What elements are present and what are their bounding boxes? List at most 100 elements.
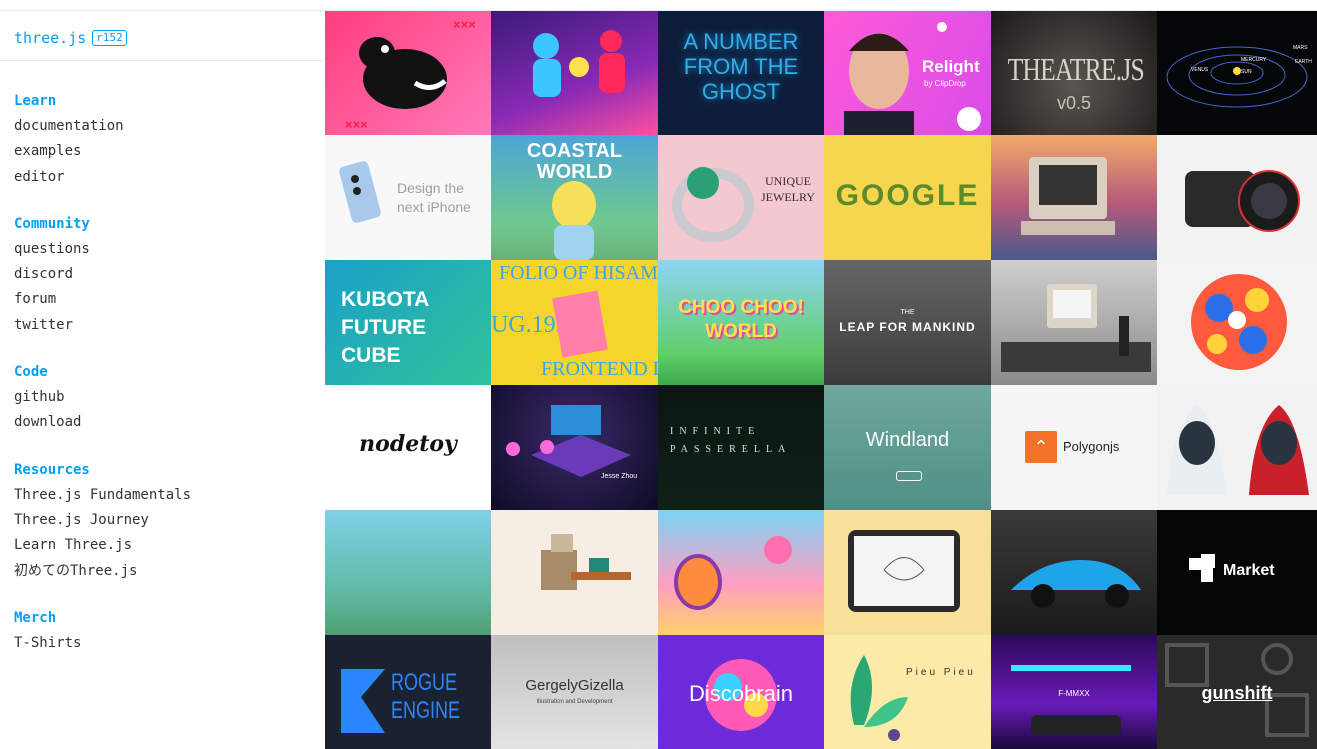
version-badge: r152 (92, 30, 127, 46)
project-tile[interactable]: VENUS MERCURY SUN MARS EARTH (1157, 11, 1317, 135)
project-tile[interactable]: ROGUE ENGINE (325, 635, 491, 749)
tile-caption: Jesse Zhou (601, 473, 638, 480)
nav-link[interactable]: discord (14, 262, 191, 287)
project-tile[interactable]: A NUMBER FROM THE GHOST (658, 11, 824, 135)
project-tile[interactable]: nodetoy (325, 385, 491, 510)
project-tile[interactable] (1157, 260, 1317, 385)
nav-link[interactable]: twitter (14, 313, 191, 338)
nav-link[interactable]: download (14, 410, 191, 435)
balloon-illustration (674, 536, 792, 610)
sidebar: three.js r152 Learn documentation examples… (0, 11, 324, 749)
nav-link[interactable]: examples (14, 139, 191, 164)
tile-title: KUBOTA FUTURE CUBE (341, 288, 429, 367)
characters-illustration (1167, 405, 1309, 495)
project-tile[interactable]: INFINITE PASSERELLA (658, 385, 824, 510)
divider (0, 60, 324, 61)
project-tile[interactable] (491, 11, 658, 135)
project-tile[interactable]: Jesse Zhou (491, 385, 658, 510)
project-tile[interactable]: KUBOTA FUTURE CUBE (325, 260, 491, 385)
svg-text:×××: ××× (345, 117, 368, 132)
tile-title: UNIQUE JEWELRY (761, 174, 815, 204)
nav-link[interactable]: Learn Three.js (14, 533, 191, 558)
planet-label: VENUS (1191, 67, 1209, 73)
project-tile[interactable] (991, 135, 1157, 260)
tile-title: nodetoy (359, 431, 457, 457)
planet-label: EARTH (1295, 59, 1312, 65)
nav-link[interactable]: editor (14, 165, 191, 190)
project-tile[interactable] (991, 260, 1157, 385)
project-tile[interactable]: ⌃ Polygonjs (991, 385, 1157, 510)
nav-link[interactable]: documentation (14, 114, 191, 139)
tile-title: Pieu Pieu (906, 667, 976, 678)
nav-section-heading: Code (14, 364, 48, 381)
tile-title: GOOGLE (835, 179, 980, 212)
nav-link[interactable]: T-Shirts (14, 631, 191, 656)
tile-subtitle: Illustration and Development (536, 699, 613, 705)
business-card (552, 290, 608, 358)
project-tile[interactable]: THEATRE.JS v0.5 (991, 11, 1157, 135)
project-tile[interactable] (1157, 385, 1317, 510)
project-tile[interactable]: F-MMXX (991, 635, 1157, 749)
project-tile[interactable] (1157, 135, 1317, 260)
tile-title: Design the next iPhone (397, 180, 471, 215)
nav-link[interactable]: questions (14, 237, 191, 262)
site-brand[interactable]: three.js r152 (14, 29, 127, 47)
project-tile[interactable] (325, 510, 491, 635)
nav-section-heading: Learn (14, 93, 57, 109)
desk-computer-illustration (1001, 284, 1151, 372)
nav-link[interactable]: Three.js Journey (14, 508, 191, 533)
svg-text:×××: ××× (453, 17, 476, 32)
project-tile[interactable]: THE LEAP FOR MANKIND (824, 260, 991, 385)
tablet-illustration (848, 530, 960, 612)
project-tile[interactable]: Market (1157, 510, 1317, 635)
planet-label: MERCURY (1241, 57, 1267, 63)
tile-title: ROGUE ENGINE (391, 669, 461, 724)
project-tile[interactable] (491, 510, 658, 635)
project-tile[interactable]: CHOO CHOO! WORLD (658, 260, 824, 385)
top-border (0, 0, 1317, 11)
project-tile[interactable]: GergelyGizella Illustration and Developm… (491, 635, 658, 749)
project-tile[interactable]: Design the next iPhone (325, 135, 491, 260)
tile-title: Polygonjs (1063, 439, 1120, 454)
nav-link[interactable]: Three.js Fundamentals (14, 483, 191, 508)
project-tile[interactable] (824, 510, 991, 635)
character-illustration (552, 181, 596, 260)
project-grid: ××× ××× A NUMBER FROM THE GHOST Relight … (325, 11, 1317, 749)
tile-subtitle: by ClipDrop (924, 79, 966, 88)
project-tile[interactable]: FOLIO OF HISAMI KU UG.1996 FRONTEND DEVE… (491, 260, 658, 385)
tile-title: Windland (865, 429, 950, 451)
tile-title: GergelyGizella (525, 677, 624, 694)
tile-title: Market (1223, 562, 1275, 579)
nav-link[interactable]: 初めてのThree.js (14, 559, 191, 584)
tile-title: A NUMBER FROM THE GHOST (683, 29, 799, 104)
tile-subtitle: v0.5 (1056, 93, 1092, 113)
planet-label: SUN (1241, 69, 1252, 75)
project-tile[interactable]: COASTAL WORLD (491, 135, 658, 260)
project-tile[interactable]: gunshift (1157, 635, 1317, 749)
project-tile[interactable] (658, 510, 824, 635)
tile-text-top: FOLIO OF HISAMI KU (499, 262, 658, 284)
plant-illustration (850, 655, 908, 741)
enter-button[interactable] (896, 471, 922, 481)
project-tile[interactable]: GOOGLE (824, 135, 991, 260)
nav-link[interactable]: github (14, 385, 191, 410)
project-tile[interactable]: Relight by ClipDrop (824, 11, 991, 135)
project-tile[interactable] (991, 510, 1157, 635)
tile-small-text: THE (900, 309, 915, 316)
site-title[interactable]: three.js (14, 29, 86, 47)
tile-title: gunshift (1201, 683, 1273, 703)
tile-title: INFINITE PASSERELLA (670, 426, 792, 455)
project-tile[interactable]: ××× ××× (325, 11, 491, 135)
project-tile[interactable]: UNIQUE JEWELRY (658, 135, 824, 260)
project-tile[interactable]: Discobrain (658, 635, 824, 749)
tile-title: THEATRE.JS (1007, 51, 1145, 87)
camera-illustration (1185, 170, 1300, 232)
nav-link[interactable]: forum (14, 287, 191, 312)
colorful-sphere-illustration (1191, 274, 1287, 370)
project-tile[interactable]: Pieu Pieu (824, 635, 991, 749)
project-tile[interactable]: Windland (824, 385, 991, 510)
sidebar-nav: Learn documentation examples editor Communit… (14, 89, 191, 656)
